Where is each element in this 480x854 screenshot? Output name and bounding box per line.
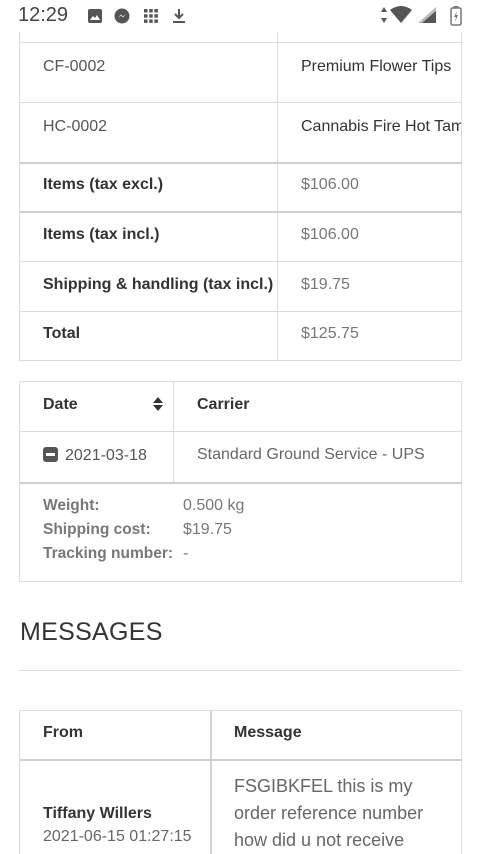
battery-icon bbox=[450, 6, 462, 26]
product-reference: CF-0002 bbox=[43, 58, 106, 75]
tracking-number-value: - bbox=[183, 545, 189, 562]
message-text-line: order reference number bbox=[234, 803, 424, 823]
collapse-icon[interactable] bbox=[43, 447, 58, 462]
weight-label: Weight: bbox=[43, 497, 100, 514]
shipping-cost-value: $19.75 bbox=[183, 521, 232, 538]
column-header-message: Message bbox=[234, 724, 302, 741]
total-value: $125.75 bbox=[301, 325, 359, 342]
total-value: $106.00 bbox=[301, 226, 359, 243]
total-value: $106.00 bbox=[301, 176, 359, 193]
gallery-icon bbox=[88, 9, 102, 23]
divider bbox=[19, 670, 462, 671]
message-text-line: how did u not receive bbox=[234, 830, 405, 850]
status-bar: 12:29 bbox=[0, 0, 480, 32]
total-label: Shipping & handling (tax incl.) bbox=[43, 276, 274, 293]
total-value: $19.75 bbox=[301, 276, 350, 293]
shipping-cost-label: Shipping cost: bbox=[43, 521, 151, 538]
signal-icon bbox=[418, 7, 436, 23]
shipping-date: 2021-03-18 bbox=[65, 447, 147, 464]
messenger-icon bbox=[114, 8, 130, 24]
status-time: 12:29 bbox=[18, 4, 69, 26]
sort-icon[interactable] bbox=[152, 396, 164, 412]
total-label: Total bbox=[43, 325, 81, 342]
wifi-icon bbox=[390, 6, 412, 23]
download-icon bbox=[173, 9, 185, 23]
message-datetime: 2021-06-15 01:27:15 bbox=[43, 828, 192, 845]
product-name: Premium Flower Tips bbox=[301, 58, 452, 75]
message-author: Tiffany Willers bbox=[43, 805, 152, 822]
weight-value: 0.500 kg bbox=[183, 497, 245, 514]
carrier-name: Standard Ground Service - UPS bbox=[197, 446, 425, 463]
column-header-date[interactable]: Date bbox=[43, 396, 78, 414]
product-reference: HC-0002 bbox=[43, 118, 108, 135]
data-arrows-icon bbox=[381, 7, 387, 23]
product-name: Cannabis Fire Hot Tam bbox=[301, 118, 461, 135]
column-header-carrier: Carrier bbox=[197, 396, 250, 413]
tracking-number-label: Tracking number: bbox=[43, 545, 174, 562]
column-header-from: From bbox=[43, 724, 83, 741]
apps-grid-icon bbox=[144, 9, 158, 23]
messages-heading: MESSAGES bbox=[20, 618, 163, 646]
total-label: Items (tax excl.) bbox=[43, 176, 164, 193]
total-label: Items (tax incl.) bbox=[43, 226, 160, 243]
message-text-line: FSGIBKFEL this is my bbox=[234, 776, 413, 796]
